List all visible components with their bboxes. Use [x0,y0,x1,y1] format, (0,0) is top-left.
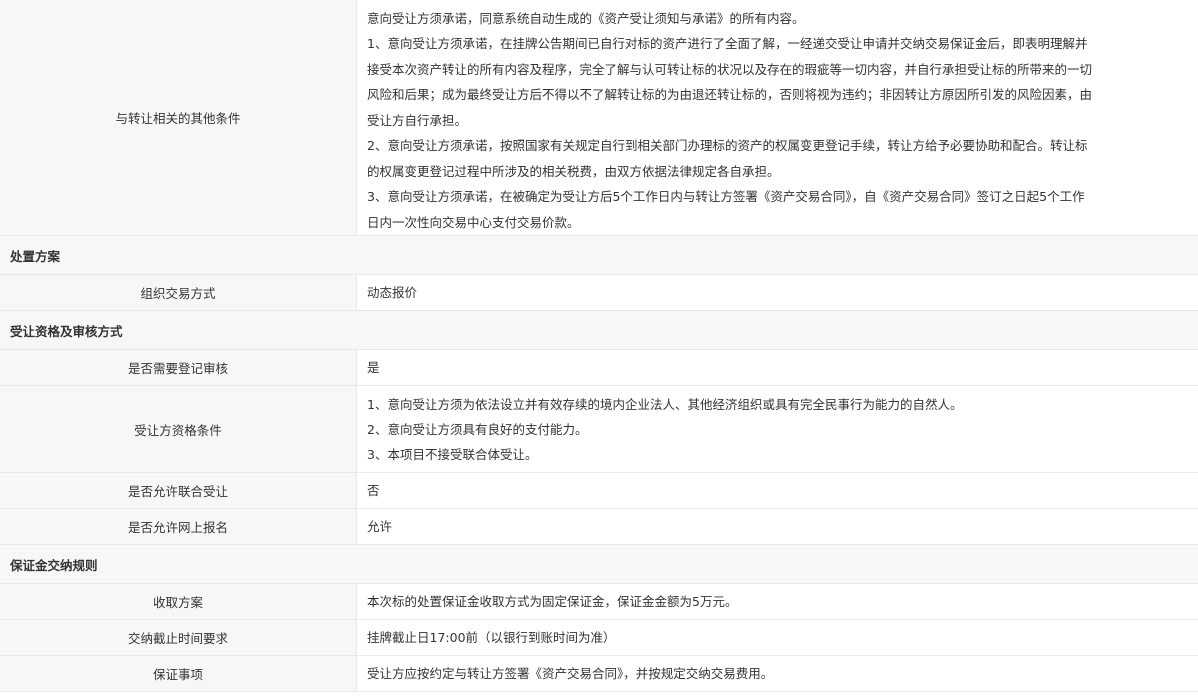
section-deposit: 保证金交纳规则 [0,545,1198,584]
deposit-scheme-value: 本次标的处置保证金收取方式为固定保证金，保证金金额为5万元。 [357,584,1198,619]
condition-line: 风险和后果；成为最终受让方后不得以不了解转让标的为由退还转让标的，否则将视为违约… [367,87,1093,103]
condition-line: 2、意向受让方须承诺，按照国家有关规定自行到相关部门办理标的资产的权属变更登记手… [367,138,1088,154]
row-joint-transfer: 是否允许联合受让 否 [0,473,1198,509]
row-deposit-scheme: 收取方案 本次标的处置保证金收取方式为固定保证金，保证金金额为5万元。 [0,584,1198,620]
row-online-registration: 是否允许网上报名 允许 [0,509,1198,545]
qualification-line: 3、本项目不接受联合体受让。 [367,446,538,462]
row-deposit-deadline: 交纳截止时间要求 挂牌截止日17:00前（以银行到账时间为准） [0,620,1198,656]
online-registration-value: 允许 [357,509,1198,544]
deposit-deadline-text: 挂牌截止日17:00前（以银行到账时间为准） [367,629,616,645]
joint-transfer-text: 否 [367,482,380,498]
deposit-deadline-value: 挂牌截止日17:00前（以银行到账时间为准） [357,620,1198,655]
joint-transfer-label: 是否允许联合受让 [0,473,357,508]
other-conditions-label: 与转让相关的其他条件 [0,0,357,235]
row-qualification-conditions: 受让方资格条件 1、意向受让方须为依法设立并有效存续的境内企业法人、其他经济组织… [0,386,1198,473]
section-disposal: 处置方案 [0,236,1198,275]
condition-line: 接受本次资产转让的所有内容及程序，完全了解与认可转让标的状况以及存在的瑕疵等一切… [367,61,1093,77]
condition-line: 日内一次性向交易中心支付交易价款。 [367,214,580,230]
trade-method-value: 动态报价 [357,275,1198,310]
qualification-conditions-value: 1、意向受让方须为依法设立并有效存续的境内企业法人、其他经济组织或具有完全民事行… [357,386,1198,472]
trade-method-label: 组织交易方式 [0,275,357,310]
trade-method-text: 动态报价 [367,284,418,300]
register-review-label: 是否需要登记审核 [0,350,357,385]
condition-line: 3、意向受让方须承诺，在被确定为受让方后5个工作日内与转让方签署《资产交易合同》… [367,189,1085,205]
row-trade-method: 组织交易方式 动态报价 [0,275,1198,311]
deposit-scheme-label: 收取方案 [0,584,357,619]
online-registration-label: 是否允许网上报名 [0,509,357,544]
project-info-table: 与转让相关的其他条件 意向受让方须承诺，同意系统自动生成的《资产受让须知与承诺》… [0,0,1198,692]
condition-line: 1、意向受让方须承诺，在挂牌公告期间已自行对标的资产进行了全面了解，一经递交受让… [367,36,1088,52]
row-other-conditions: 与转让相关的其他条件 意向受让方须承诺，同意系统自动生成的《资产受让须知与承诺》… [0,0,1198,236]
register-review-value: 是 [357,350,1198,385]
qualification-line: 1、意向受让方须为依法设立并有效存续的境内企业法人、其他经济组织或具有完全民事行… [367,396,963,412]
other-conditions-value: 意向受让方须承诺，同意系统自动生成的《资产受让须知与承诺》的所有内容。 1、意向… [357,0,1198,235]
register-review-text: 是 [367,359,380,375]
row-register-review: 是否需要登记审核 是 [0,350,1198,386]
condition-line: 的权属变更登记过程中所涉及的相关税费，由双方依据法律规定各自承担。 [367,163,780,179]
qualification-conditions-label: 受让方资格条件 [0,386,357,472]
qualification-line: 2、意向受让方须具有良好的支付能力。 [367,421,588,437]
deposit-scheme-text: 本次标的处置保证金收取方式为固定保证金，保证金金额为5万元。 [367,593,738,609]
section-qualification: 受让资格及审核方式 [0,311,1198,350]
deposit-deadline-label: 交纳截止时间要求 [0,620,357,655]
row-guarantee-notes: 保证事项 受让方应按约定与转让方签署《资产交易合同》，并按规定交纳交易费用。 [0,656,1198,692]
guarantee-notes-label: 保证事项 [0,656,357,691]
condition-line: 受让方自行承担。 [367,112,468,128]
online-registration-text: 允许 [367,518,393,534]
joint-transfer-value: 否 [357,473,1198,508]
guarantee-notes-text: 受让方应按约定与转让方签署《资产交易合同》，并按规定交纳交易费用。 [367,665,774,681]
condition-line: 意向受让方须承诺，同意系统自动生成的《资产受让须知与承诺》的所有内容。 [367,11,805,26]
guarantee-notes-value: 受让方应按约定与转让方签署《资产交易合同》，并按规定交纳交易费用。 [357,656,1198,691]
